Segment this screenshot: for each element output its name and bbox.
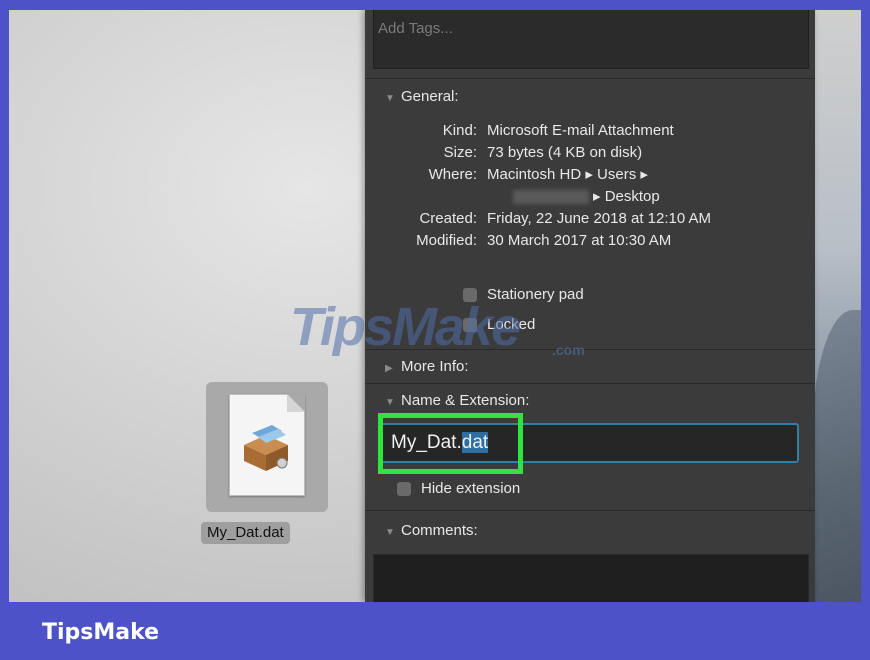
disclosure-open-icon: ▼ (385, 397, 395, 408)
tags-input[interactable]: Add Tags... (373, 10, 809, 69)
more-info-header-label: More Info: (401, 358, 469, 375)
general-header-label: General: (401, 88, 459, 105)
divider (365, 383, 815, 384)
divider (365, 78, 815, 79)
info-label: Modified: (416, 232, 477, 249)
name-extension-section-header[interactable]: ▼ Name & Extension: (385, 390, 529, 412)
info-row-where: Where: Macintosh HD ▸ Users ▸ (365, 164, 815, 186)
hide-extension-label: Hide extension (421, 480, 521, 497)
info-value: 73 bytes (4 KB on disk) (487, 144, 643, 161)
info-label: Size: (443, 144, 477, 161)
info-value: Macintosh HD ▸ Users ▸ (487, 166, 648, 183)
frame: My_Dat.dat Add Tags... ▼ General: Kind: M… (0, 0, 870, 660)
comments-section-header[interactable]: ▼ Comments: (385, 520, 478, 542)
tags-placeholder: Add Tags... (378, 20, 453, 37)
disclosure-open-icon: ▼ (385, 93, 395, 104)
divider (365, 510, 815, 511)
watermark: TipsMake (290, 297, 521, 357)
mail-attachment-icon (244, 425, 288, 471)
disclosure-closed-icon: ▶ (385, 363, 393, 374)
document-icon[interactable] (229, 394, 305, 496)
watermark-suffix: .com (552, 342, 585, 358)
info-row-modified: Modified: 30 March 2017 at 10:30 AM (365, 230, 815, 252)
info-row-created: Created: Friday, 22 June 2018 at 12:10 A… (365, 208, 815, 230)
footer-brand: TipsMake (42, 620, 160, 645)
info-row-where-cont: ▸ Desktop (365, 186, 815, 208)
more-info-section-header[interactable]: ▶ More Info: (385, 356, 469, 378)
file-name-label[interactable]: My_Dat.dat (201, 522, 290, 544)
hide-extension-checkbox[interactable] (397, 482, 411, 496)
info-label: Kind: (442, 122, 477, 139)
info-value: 30 March 2017 at 10:30 AM (487, 232, 672, 249)
info-value: ▸ Desktop (593, 188, 660, 205)
footer-bar: TipsMake (0, 602, 870, 660)
annotation-highlight (378, 413, 523, 474)
blurred-username (513, 190, 589, 204)
comments-textarea[interactable] (373, 554, 809, 602)
info-label: Created: (419, 210, 477, 227)
name-extension-header-label: Name & Extension: (401, 392, 530, 409)
general-section-header[interactable]: ▼ General: (385, 86, 459, 108)
info-label: Where: (428, 166, 477, 183)
info-row-size: Size: 73 bytes (4 KB on disk) (365, 142, 815, 164)
comments-header-label: Comments: (401, 522, 478, 539)
disclosure-open-icon: ▼ (385, 527, 395, 538)
info-value: Microsoft E-mail Attachment (487, 122, 674, 139)
page-fold (287, 394, 305, 412)
info-row-kind: Kind: Microsoft E-mail Attachment (365, 120, 815, 142)
info-value: Friday, 22 June 2018 at 12:10 AM (487, 210, 712, 227)
